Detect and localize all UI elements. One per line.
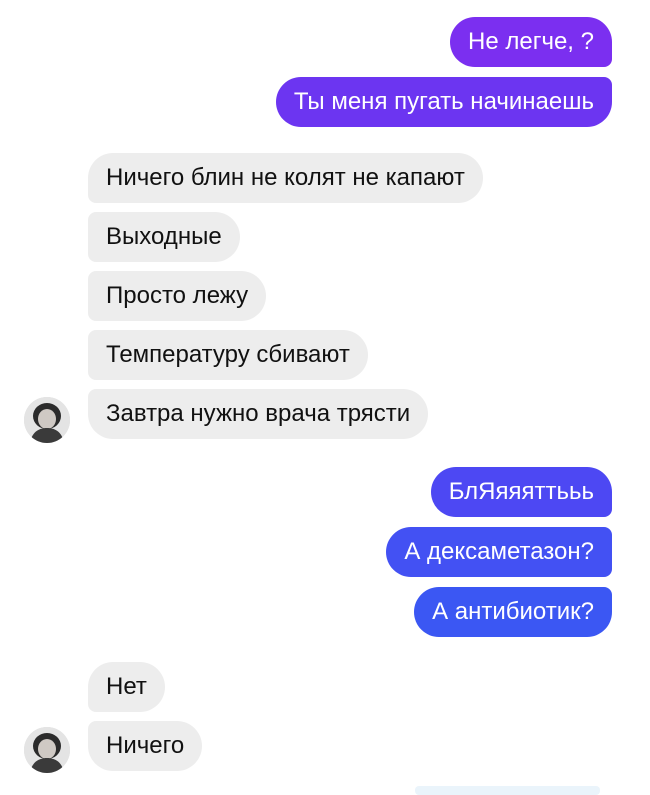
message-incoming[interactable]: Ничего (88, 721, 203, 771)
message-incoming[interactable]: Нет (88, 662, 165, 712)
contact-avatar[interactable] (24, 397, 70, 443)
chat-thread: Не легче, ? Ты меня пугать начинаешь Нич… (0, 0, 650, 795)
message-incoming[interactable]: Просто лежу (88, 271, 267, 321)
message-outgoing[interactable]: Ты меня пугать начинаешь (275, 77, 612, 127)
message-incoming[interactable]: Выходные (88, 212, 240, 262)
partial-element-bottom (415, 786, 600, 795)
user-avatar-icon (24, 397, 70, 443)
user-avatar-icon (24, 727, 70, 773)
message-outgoing[interactable]: А дексаметазон? (386, 527, 612, 577)
message-outgoing[interactable]: Не легче, ? (450, 17, 612, 67)
message-incoming[interactable]: Ничего блин не колят не капают (88, 153, 483, 203)
message-incoming[interactable]: Завтра нужно врача трясти (88, 389, 429, 439)
message-incoming[interactable]: Температуру сбивают (88, 330, 368, 380)
message-outgoing[interactable]: А антибиотик? (414, 587, 612, 637)
contact-avatar[interactable] (24, 727, 70, 773)
message-outgoing[interactable]: БлЯяяяттььь (430, 467, 612, 517)
